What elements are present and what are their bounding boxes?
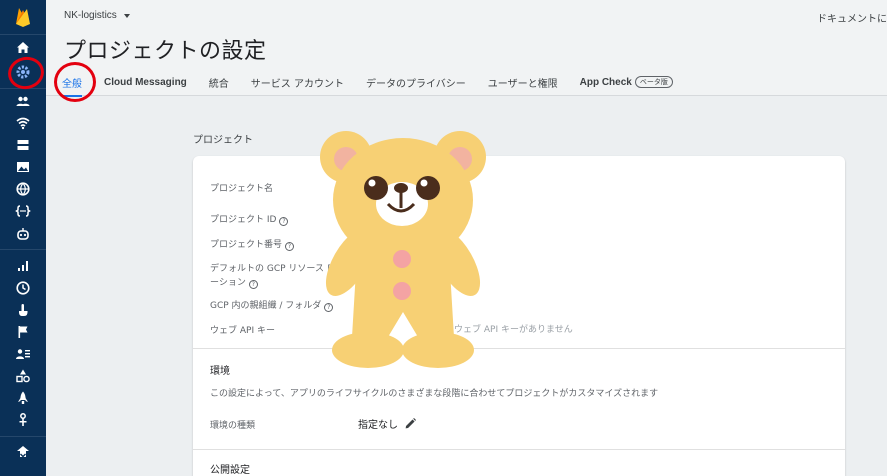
default-location-label-line1: デフォルトの GCP リソース ロ [210, 264, 336, 274]
pencil-icon[interactable] [404, 417, 417, 430]
touch-icon[interactable] [13, 300, 33, 320]
page-title: プロジェクトの設定 [64, 39, 267, 64]
public-settings-heading: 公開設定 [210, 465, 250, 476]
project-number-label-text: プロジェクト番号 [210, 240, 283, 250]
environment-type-label: 環境の種類 [210, 421, 256, 431]
rocket-icon[interactable] [13, 388, 33, 408]
project-selector[interactable]: NK-logistics [64, 10, 130, 21]
tab-integrations[interactable]: 統合 [209, 75, 229, 90]
users-icon[interactable] [13, 91, 33, 111]
help-icon[interactable]: ? [285, 242, 295, 251]
sidebar [0, 0, 47, 476]
parent-folder-label-text: GCP 内の親組織 / フォルダ [210, 301, 322, 311]
annotation-circle-gear [5, 53, 47, 93]
wifi-icon[interactable] [13, 113, 33, 133]
beta-badge: ベータ版 [634, 76, 673, 88]
default-location-label: ーション? [210, 275, 258, 289]
environment-type-text: 指定なし [358, 420, 398, 431]
firebase-logo-icon[interactable] [14, 6, 32, 28]
home-icon[interactable] [13, 38, 33, 58]
chevron-down-icon [123, 13, 130, 18]
project-number-label: プロジェクト番号? [210, 237, 295, 251]
clock-icon[interactable] [13, 278, 33, 298]
robot-icon[interactable] [13, 224, 33, 244]
help-icon[interactable]: ? [279, 217, 289, 226]
tab-cloud-messaging[interactable]: Cloud Messaging [104, 77, 187, 88]
tab-service-accounts[interactable]: サービス アカウント [251, 75, 344, 90]
divider [193, 348, 845, 349]
functions-icon[interactable] [13, 201, 33, 221]
shapes-icon[interactable] [13, 366, 33, 386]
project-name-label: プロジェクト名 [210, 184, 274, 194]
page-header: NK-logistics ドキュメントに プロジェクトの設定 全般 Cloud … [46, 0, 887, 97]
settings-tabs: 全般 Cloud Messaging 統合 サービス アカウント データのプライ… [62, 74, 695, 97]
project-id-label-text: プロジェクト ID [210, 215, 277, 225]
environment-heading: 環境 [210, 366, 230, 377]
tab-users-permissions[interactable]: ユーザーと権限 [488, 75, 558, 90]
extensions-hub-icon[interactable] [13, 442, 33, 462]
help-icon[interactable]: ? [248, 280, 258, 289]
annotation-circle-tab [54, 62, 96, 102]
project-name: NK-logistics [64, 10, 117, 21]
tab-app-check[interactable]: App Check ベータ版 [580, 76, 673, 88]
analytics-icon[interactable] [13, 256, 33, 276]
section-heading-project: プロジェクト [193, 135, 253, 146]
globe-icon[interactable] [13, 179, 33, 199]
image-icon[interactable] [13, 157, 33, 177]
divider [193, 449, 845, 450]
extensions-icon[interactable] [13, 410, 33, 430]
project-id-label: プロジェクト ID? [210, 212, 289, 226]
web-api-key-label: ウェブ API キー [210, 326, 275, 336]
user-list-icon[interactable] [13, 344, 33, 364]
environment-description: この設定によって、アプリのライフサイクルのさまざまな段階に合わせてプロジェクトが… [210, 389, 659, 399]
tab-data-privacy[interactable]: データのプライバシー [366, 75, 466, 90]
database-icon[interactable] [13, 135, 33, 155]
project-settings-card: プロジェクト名 プロジェクト ID? プロジェクト番号? デフォルトの GCP … [193, 156, 845, 476]
teddy-bear-sticker [320, 131, 486, 368]
flag-icon[interactable] [13, 322, 33, 342]
tab-app-check-label: App Check [579, 77, 632, 88]
environment-type-value: 指定なし [358, 416, 417, 431]
docs-link[interactable]: ドキュメントに [817, 10, 887, 25]
parent-folder-label: GCP 内の親組織 / フォルダ? [210, 298, 334, 312]
default-location-label-line2: ーション [210, 278, 246, 288]
